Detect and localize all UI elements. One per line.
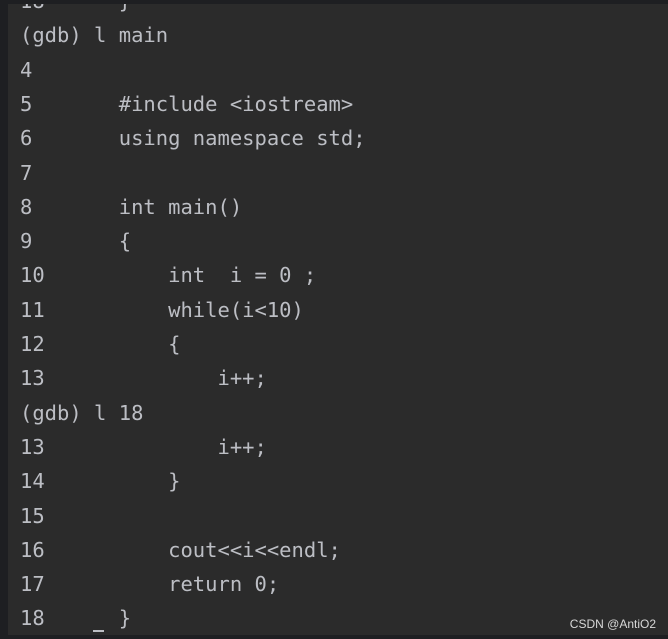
terminal-cursor	[93, 630, 104, 632]
source-line: 17 return 0;	[20, 572, 280, 597]
source-line: 15	[20, 503, 45, 528]
source-line: 9 {	[20, 229, 132, 254]
source-line: 12 {	[20, 332, 181, 356]
source-line: 13 i++;	[20, 434, 267, 459]
source-line: 18 }	[20, 4, 131, 18]
source-line: 13 i++;	[20, 366, 267, 391]
source-line: 6 using namespace std;	[20, 126, 366, 151]
source-line: 18 }	[20, 606, 132, 631]
source-line: 4	[20, 57, 33, 82]
source-line: 11 while(i<10)	[20, 297, 304, 322]
source-line: 5 #include <iostream>	[20, 91, 354, 116]
gdb-command-line: (gdb) l 18	[20, 400, 144, 425]
source-line: 14 }	[20, 469, 181, 494]
terminal-output[interactable]: 18 } (gdb) l main 4 5 #include <iostream> 6 …	[8, 4, 668, 635]
watermark: CSDN @AntiO2	[569, 617, 656, 631]
source-line: 10 int i = 0 ;	[20, 263, 317, 288]
source-line: 8 int main()	[20, 194, 243, 219]
gdb-command-line: (gdb) l main	[20, 23, 169, 48]
source-line: 16 cout<<i<<endl;	[20, 537, 341, 562]
source-line: 7	[20, 160, 33, 185]
